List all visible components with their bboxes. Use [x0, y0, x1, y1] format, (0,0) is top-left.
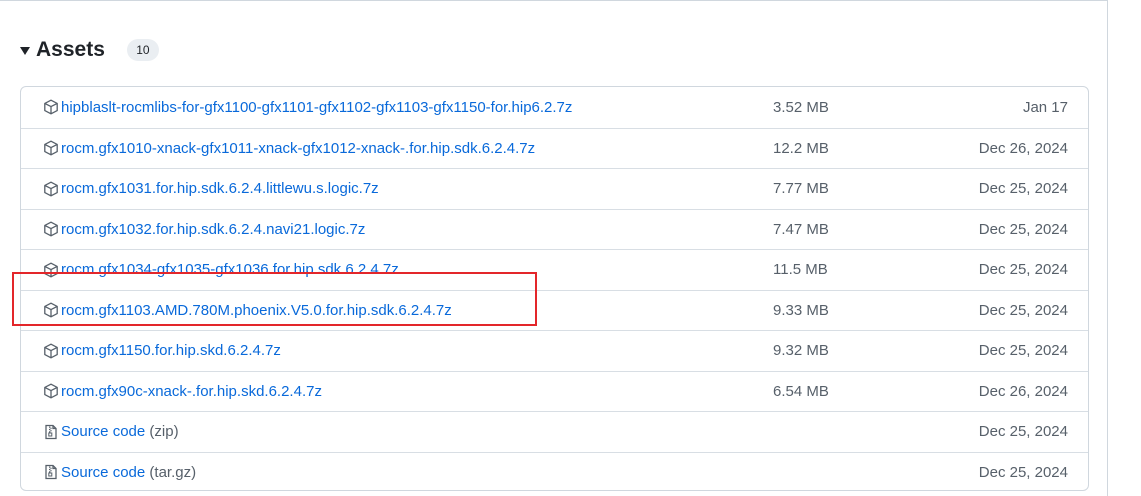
- asset-name: Source code: [61, 463, 146, 481]
- asset-link[interactable]: hipblaslt-rocmlibs-for-gfx1100-gfx1101-g…: [61, 99, 572, 116]
- asset-name: rocm.gfx1103.AMD.780M.phoenix.V5.0.for.h…: [61, 301, 452, 319]
- asset-row: rocm.gfx1010-xnack-gfx1011-xnack-gfx1012…: [21, 127, 1088, 169]
- asset-date: Dec 25, 2024: [978, 301, 1068, 319]
- asset-row: rocm.gfx1150.for.hip.skd.6.2.4.7z 9.32 MB…: [21, 330, 1088, 371]
- asset-row: rocm.gfx1032.for.hip.sdk.6.2.4.navi21.lo…: [21, 208, 1088, 250]
- asset-row: rocm.gfx1031.for.hip.sdk.6.2.4.littlewu.…: [21, 168, 1088, 209]
- asset-row: Source code (tar.gz) Dec 25, 2024: [21, 451, 1088, 491]
- asset-name: rocm.gfx1150.for.hip.skd.6.2.4.7z: [61, 342, 281, 360]
- asset-size: 7.47 MB: [773, 220, 829, 238]
- asset-link[interactable]: rocm.gfx90c-xnack-.for.hip.skd.6.2.4.7z: [61, 383, 322, 400]
- package-icon: [43, 262, 59, 278]
- asset-link[interactable]: rocm.gfx1150.for.hip.skd.6.2.4.7z: [61, 342, 281, 359]
- asset-link[interactable]: Source code (tar.gz): [61, 464, 196, 481]
- asset-name: rocm.gfx90c-xnack-.for.hip.skd.6.2.4.7z: [61, 382, 322, 400]
- asset-date: Dec 25, 2024: [978, 180, 1068, 198]
- asset-name: rocm.gfx1034-gfx1035-gfx1036.for.hip.sdk…: [61, 261, 399, 279]
- asset-date: Dec 26, 2024: [978, 139, 1068, 157]
- asset-link[interactable]: rocm.gfx1103.AMD.780M.phoenix.V5.0.for.h…: [61, 302, 452, 319]
- asset-row: rocm.gfx1103.AMD.780M.phoenix.V5.0.for.h…: [21, 289, 1088, 331]
- asset-name: rocm.gfx1032.for.hip.sdk.6.2.4.navi21.lo…: [61, 220, 366, 238]
- package-icon: [43, 140, 59, 156]
- package-icon: [43, 99, 59, 115]
- asset-size: 9.32 MB: [773, 342, 829, 360]
- asset-date: Dec 25, 2024: [978, 261, 1068, 279]
- asset-date: Dec 25, 2024: [978, 463, 1068, 481]
- asset-date: Dec 25, 2024: [978, 220, 1068, 238]
- asset-date: Dec 25, 2024: [978, 342, 1068, 360]
- assets-count-badge: 10: [126, 39, 159, 61]
- asset-name: hipblaslt-rocmlibs-for-gfx1100-gfx1101-g…: [61, 98, 573, 116]
- package-icon: [43, 383, 59, 399]
- asset-date: Jan 17: [1022, 98, 1068, 116]
- asset-date: Dec 26, 2024: [978, 382, 1068, 400]
- asset-size: 11.5 MB: [773, 261, 828, 279]
- asset-row: rocm.gfx90c-xnack-.for.hip.skd.6.2.4.7z 6…: [21, 370, 1088, 412]
- asset-size: 12.2 MB: [773, 139, 829, 157]
- asset-suffix: (zip): [145, 423, 179, 441]
- asset-link[interactable]: rocm.gfx1010-xnack-gfx1011-xnack-gfx1012…: [61, 140, 535, 157]
- asset-suffix: (tar.gz): [145, 463, 197, 481]
- asset-size: 3.52 MB: [773, 98, 829, 116]
- assets-title: Assets: [36, 38, 105, 61]
- asset-date: Dec 25, 2024: [978, 423, 1068, 441]
- asset-name: Source code: [61, 423, 146, 441]
- package-icon: [43, 302, 59, 318]
- package-icon: [43, 343, 59, 359]
- assets-header[interactable]: Assets 10: [20, 34, 159, 66]
- asset-row: Source code (zip) Dec 25, 2024: [21, 411, 1088, 452]
- asset-link[interactable]: rocm.gfx1034-gfx1035-gfx1036.for.hip.sdk…: [61, 261, 399, 278]
- asset-size: 9.33 MB: [773, 301, 829, 319]
- asset-link[interactable]: Source code (zip): [61, 423, 179, 440]
- caret-down-icon[interactable]: [20, 47, 30, 55]
- asset-row: hipblaslt-rocmlibs-for-gfx1100-gfx1101-g…: [21, 87, 1088, 128]
- package-icon: [43, 221, 59, 237]
- asset-name: rocm.gfx1010-xnack-gfx1011-xnack-gfx1012…: [61, 139, 536, 157]
- package-icon: [43, 181, 59, 197]
- file-zip-icon: [43, 464, 59, 480]
- asset-link[interactable]: rocm.gfx1031.for.hip.sdk.6.2.4.littlewu.…: [61, 180, 379, 197]
- asset-link[interactable]: rocm.gfx1032.for.hip.sdk.6.2.4.navi21.lo…: [61, 221, 365, 238]
- assets-list: hipblaslt-rocmlibs-for-gfx1100-gfx1101-g…: [20, 86, 1089, 491]
- file-zip-icon: [43, 424, 59, 440]
- asset-row: rocm.gfx1034-gfx1035-gfx1036.for.hip.sdk…: [21, 249, 1088, 290]
- asset-size: 7.77 MB: [773, 180, 829, 198]
- asset-name: rocm.gfx1031.for.hip.sdk.6.2.4.littlewu.…: [61, 180, 379, 198]
- asset-size: 6.54 MB: [773, 382, 829, 400]
